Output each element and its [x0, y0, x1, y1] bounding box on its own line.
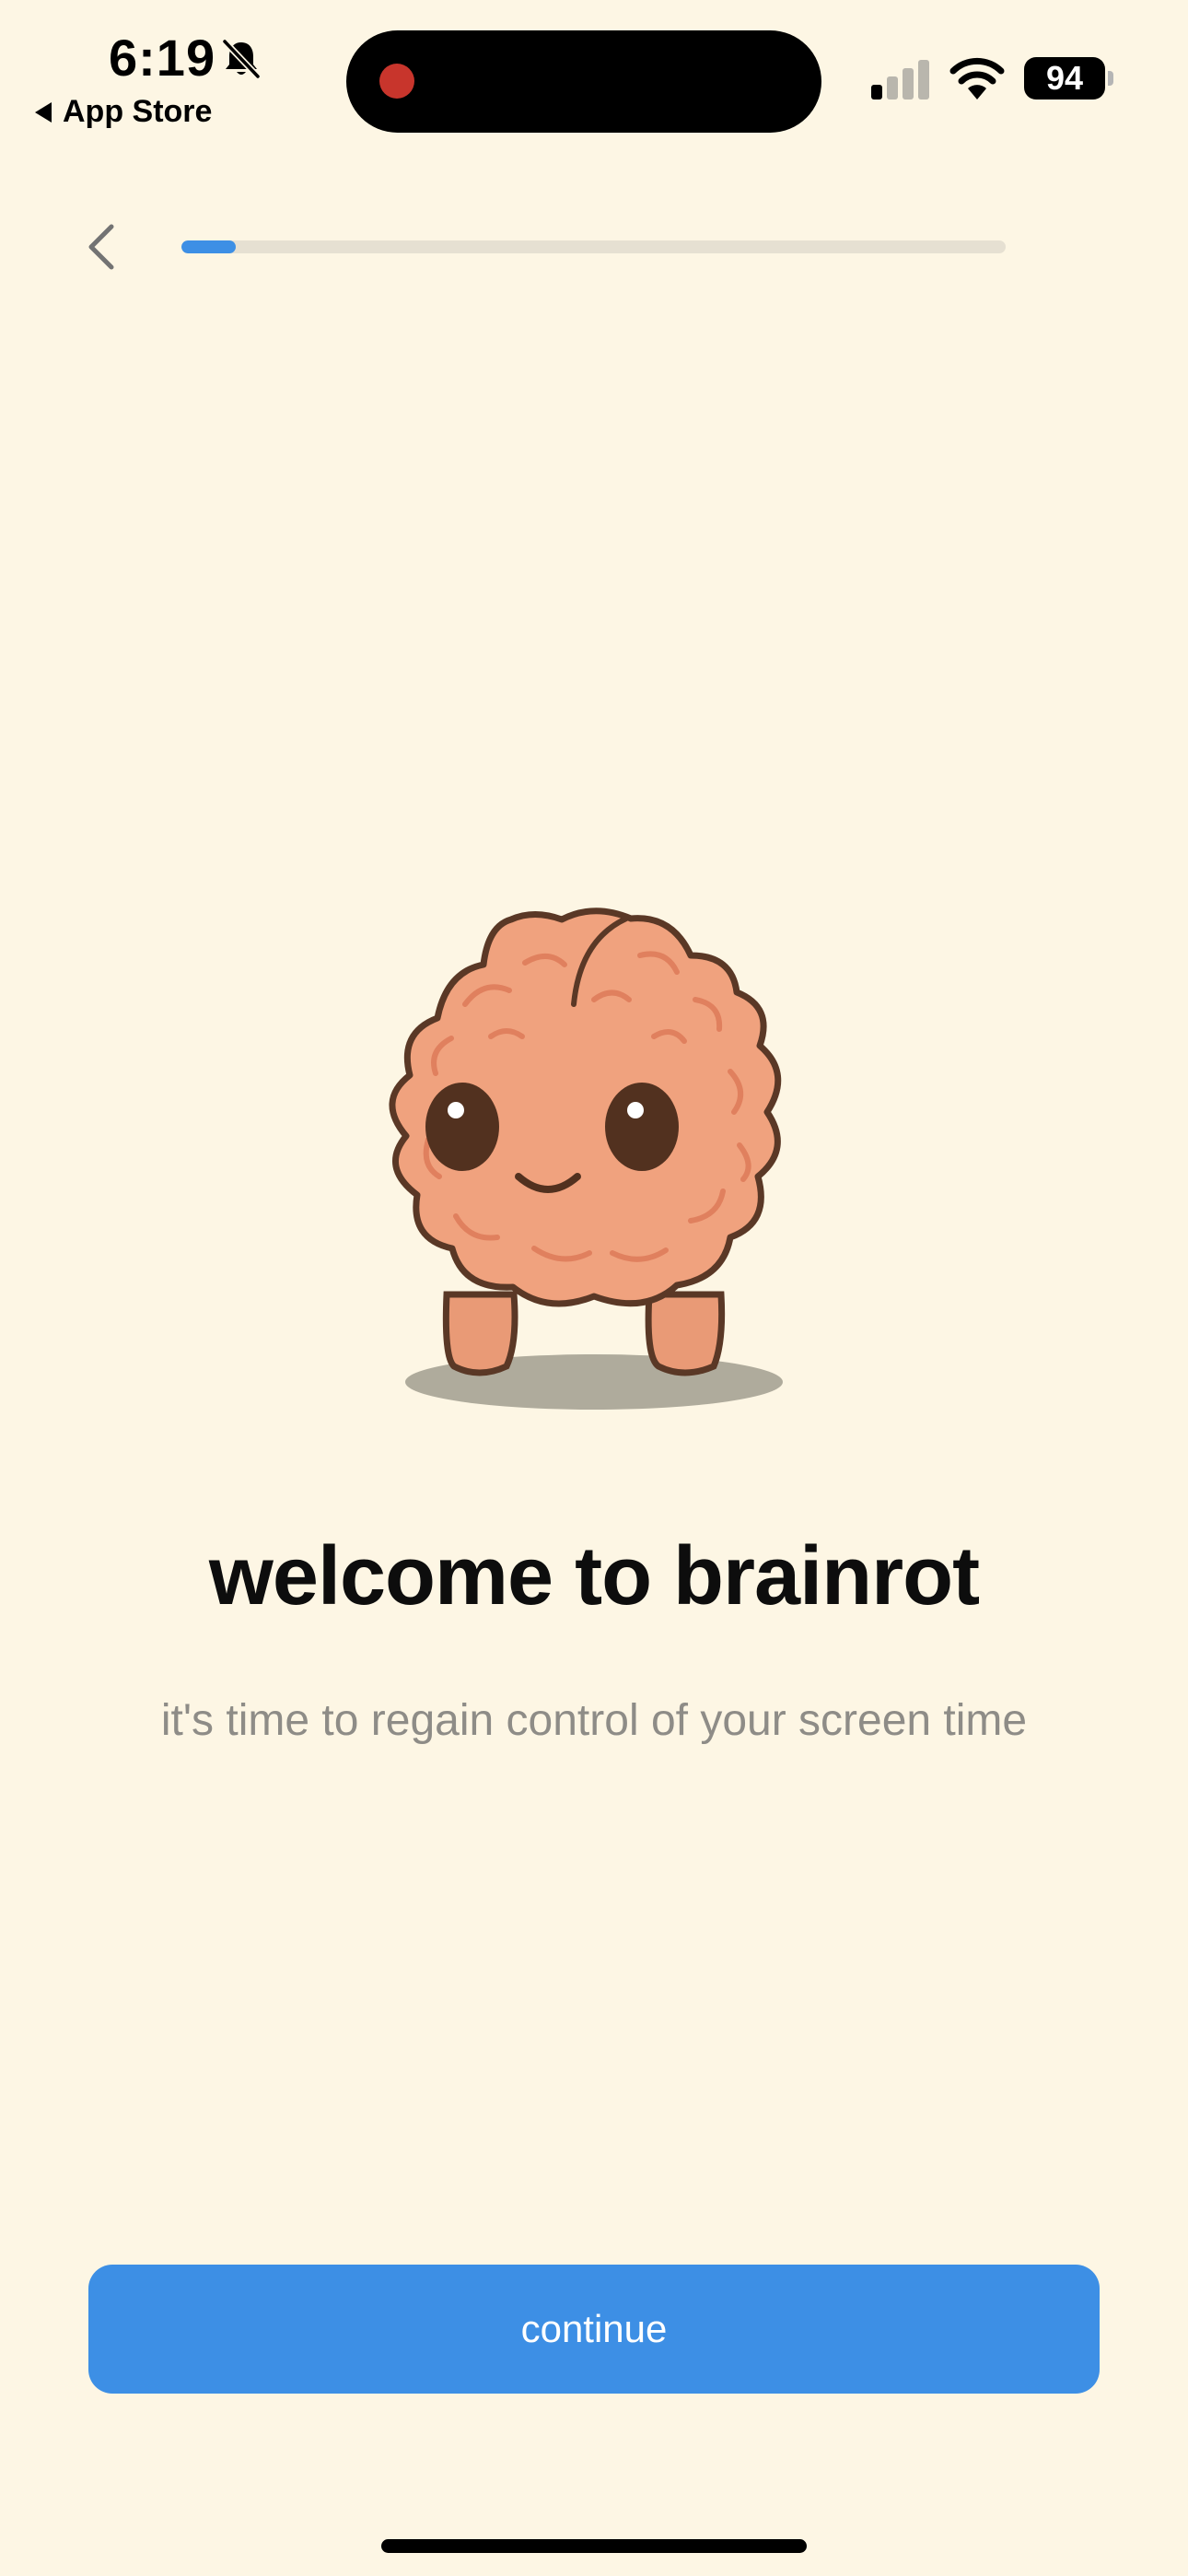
status-time: 6:19 — [109, 29, 216, 87]
back-to-app-store[interactable]: App Store — [33, 94, 212, 130]
back-to-app-label: App Store — [63, 94, 213, 129]
welcome-headline: welcome to brainrot — [208, 1530, 980, 1622]
onboarding-progress-bar — [181, 240, 1006, 253]
triangle-left-icon — [35, 101, 52, 123]
continue-button[interactable]: continue — [88, 2265, 1100, 2394]
wifi-icon — [949, 57, 1005, 100]
onboarding-progress-fill — [181, 240, 237, 253]
recording-indicator — [379, 64, 414, 99]
chevron-left-icon — [88, 224, 114, 270]
battery-cap — [1108, 71, 1113, 86]
cellular-signal-icon — [871, 60, 929, 100]
battery-indicator: 94 — [1024, 57, 1113, 100]
battery-level: 94 — [1024, 57, 1105, 100]
welcome-subtitle: it's time to regain control of your scre… — [160, 1696, 1028, 1745]
back-button[interactable] — [74, 219, 129, 275]
onboarding-screen: 6:19 App Store 94 welcome to brainrot it… — [0, 0, 1188, 2576]
bell-slash-icon — [221, 38, 262, 80]
brain-mascot-illustration — [389, 907, 783, 1410]
dynamic-island — [346, 30, 821, 133]
home-indicator[interactable] — [381, 2539, 807, 2553]
